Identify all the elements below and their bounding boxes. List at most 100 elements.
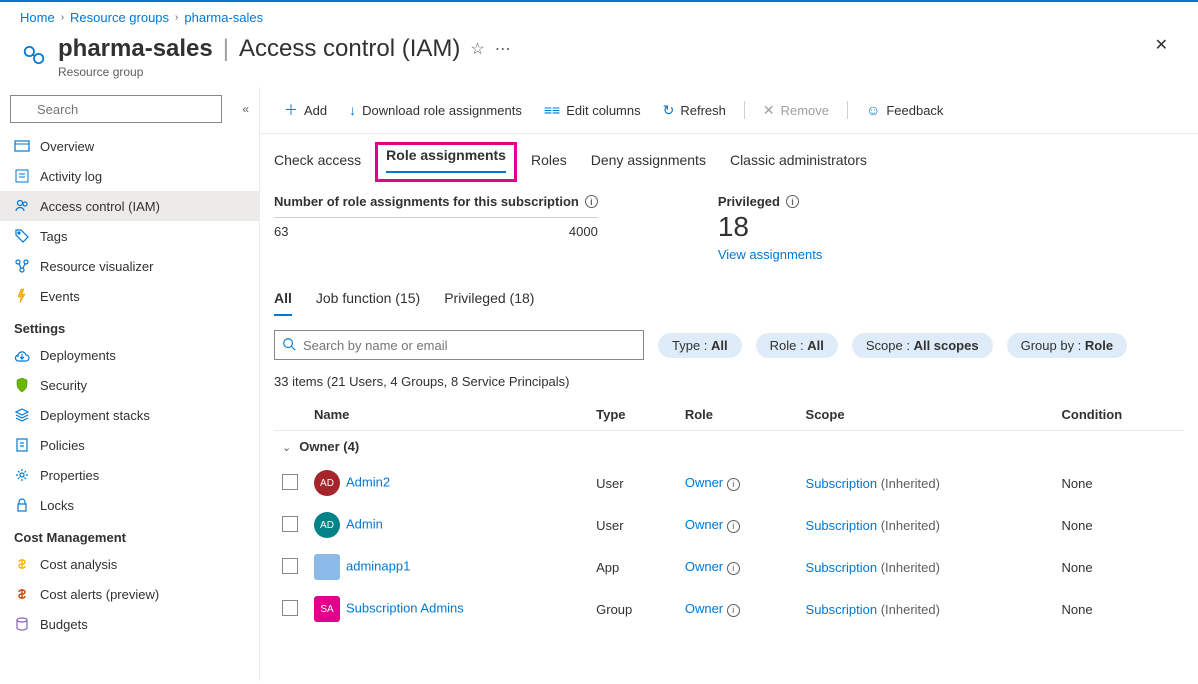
role-link[interactable]: Owner bbox=[685, 475, 723, 490]
more-icon[interactable]: ⋯ bbox=[495, 39, 511, 59]
sidebar-item-deployment-stacks[interactable]: Deployment stacks bbox=[0, 400, 259, 430]
sidebar-item-label: Security bbox=[40, 378, 87, 393]
favorite-star-icon[interactable]: ☆ bbox=[470, 39, 484, 59]
feedback-button[interactable]: ☺Feedback bbox=[856, 97, 953, 123]
info-icon[interactable]: i bbox=[585, 195, 598, 208]
visualizer-icon bbox=[14, 258, 30, 274]
sidebar-item-events[interactable]: Events bbox=[0, 281, 259, 311]
scope-link[interactable]: Subscription bbox=[806, 602, 878, 617]
tags-icon bbox=[14, 228, 30, 244]
sidebar-search-input[interactable] bbox=[10, 95, 222, 123]
properties-icon bbox=[14, 467, 30, 483]
stats-current: 63 bbox=[274, 224, 288, 239]
sidebar-item-deployments[interactable]: Deployments bbox=[0, 340, 259, 370]
table-row: ADAdmin User Owner i Subscription (Inher… bbox=[274, 504, 1184, 546]
sidebar-item-activity-log[interactable]: Activity log bbox=[0, 161, 259, 191]
tab-role-assignments[interactable]: Role assignments bbox=[375, 142, 517, 182]
page-title: pharma-sales bbox=[58, 35, 213, 63]
add-button[interactable]: ＋Add bbox=[274, 95, 337, 125]
sidebar-item-locks[interactable]: Locks bbox=[0, 490, 259, 520]
principal-name-link[interactable]: Admin bbox=[346, 516, 383, 531]
column-header[interactable]: Condition bbox=[1054, 399, 1184, 431]
subtab-all[interactable]: All bbox=[274, 286, 292, 316]
sidebar-item-tags[interactable]: Tags bbox=[0, 221, 259, 251]
table-row: SASubscription Admins Group Owner i Subs… bbox=[274, 588, 1184, 630]
breadcrumb-link[interactable]: pharma-sales bbox=[184, 10, 263, 25]
page-subtitle: Access control (IAM) bbox=[239, 35, 460, 63]
close-icon[interactable]: ✕ bbox=[1155, 35, 1178, 55]
download-button[interactable]: ↓Download role assignments bbox=[339, 97, 532, 123]
condition-cell: None bbox=[1054, 462, 1184, 504]
privileged-count: 18 bbox=[718, 211, 823, 243]
group-header[interactable]: Owner (4) bbox=[299, 439, 359, 454]
overview-icon bbox=[14, 138, 30, 154]
breadcrumb-link[interactable]: Home bbox=[20, 10, 55, 25]
sidebar-item-security[interactable]: Security bbox=[0, 370, 259, 400]
principal-name-link[interactable]: Subscription Admins bbox=[346, 600, 464, 615]
sidebar-item-cost-analysis[interactable]: Cost analysis bbox=[0, 549, 259, 579]
sidebar-item-cost-alerts-preview-[interactable]: Cost alerts (preview) bbox=[0, 579, 259, 609]
info-icon[interactable]: i bbox=[786, 195, 799, 208]
row-checkbox[interactable] bbox=[282, 558, 298, 574]
filter-role-pill[interactable]: Role : All bbox=[756, 333, 838, 358]
collapse-sidebar-icon[interactable]: « bbox=[242, 102, 249, 116]
condition-cell: None bbox=[1054, 588, 1184, 630]
main-tabs: Check accessRole assignmentsRolesDeny as… bbox=[274, 148, 1184, 176]
tab-check-access[interactable]: Check access bbox=[274, 148, 361, 176]
edit-columns-button[interactable]: ≡≡Edit columns bbox=[534, 97, 651, 123]
scope-link[interactable]: Subscription bbox=[806, 476, 878, 491]
filter-scope-pill[interactable]: Scope : All scopes bbox=[852, 333, 993, 358]
principal-name-link[interactable]: adminapp1 bbox=[346, 558, 410, 573]
info-icon[interactable]: i bbox=[727, 604, 740, 617]
subtab-job-function-[interactable]: Job function (15) bbox=[316, 286, 420, 316]
sidebar-item-policies[interactable]: Policies bbox=[0, 430, 259, 460]
privileged-label: Privileged bbox=[718, 194, 780, 209]
role-link[interactable]: Owner bbox=[685, 559, 723, 574]
feedback-icon: ☺ bbox=[866, 102, 880, 118]
row-checkbox[interactable] bbox=[282, 516, 298, 532]
tab-classic-administrators[interactable]: Classic administrators bbox=[730, 148, 867, 176]
principal-type: Group bbox=[588, 588, 677, 630]
chevron-down-icon[interactable]: ⌄ bbox=[282, 441, 291, 454]
breadcrumb-link[interactable]: Resource groups bbox=[70, 10, 169, 25]
info-icon[interactable]: i bbox=[727, 520, 740, 533]
sidebar-item-budgets[interactable]: Budgets bbox=[0, 609, 259, 639]
info-icon[interactable]: i bbox=[727, 478, 740, 491]
sidebar-group-header: Settings bbox=[0, 311, 259, 340]
refresh-button[interactable]: ↻Refresh bbox=[653, 97, 736, 124]
tab-deny-assignments[interactable]: Deny assignments bbox=[591, 148, 706, 176]
sidebar-item-properties[interactable]: Properties bbox=[0, 460, 259, 490]
subtab-privileged-[interactable]: Privileged (18) bbox=[444, 286, 534, 316]
alerts-icon bbox=[14, 586, 30, 602]
policies-icon bbox=[14, 437, 30, 453]
role-link[interactable]: Owner bbox=[685, 517, 723, 532]
search-icon bbox=[282, 337, 296, 351]
column-header[interactable]: Scope bbox=[798, 399, 1054, 431]
avatar: AD bbox=[314, 512, 340, 538]
avatar bbox=[314, 554, 340, 580]
tab-roles[interactable]: Roles bbox=[531, 148, 567, 176]
principal-type: User bbox=[588, 504, 677, 546]
principal-type: User bbox=[588, 462, 677, 504]
sidebar-item-resource-visualizer[interactable]: Resource visualizer bbox=[0, 251, 259, 281]
scope-inherited: (Inherited) bbox=[881, 560, 940, 575]
filter-type-pill[interactable]: Type : All bbox=[658, 333, 742, 358]
column-header[interactable]: Role bbox=[677, 399, 798, 431]
sidebar-item-label: Resource visualizer bbox=[40, 259, 153, 274]
role-link[interactable]: Owner bbox=[685, 601, 723, 616]
sidebar-item-access-control-iam-[interactable]: Access control (IAM) bbox=[0, 191, 259, 221]
view-assignments-link[interactable]: View assignments bbox=[718, 247, 823, 262]
scope-link[interactable]: Subscription bbox=[806, 518, 878, 533]
filter-groupby-pill[interactable]: Group by : Role bbox=[1007, 333, 1127, 358]
info-icon[interactable]: i bbox=[727, 562, 740, 575]
principal-name-link[interactable]: Admin2 bbox=[346, 474, 390, 489]
column-header[interactable]: Name bbox=[306, 399, 588, 431]
column-header[interactable]: Type bbox=[588, 399, 677, 431]
row-checkbox[interactable] bbox=[282, 600, 298, 616]
search-assignments-input[interactable] bbox=[274, 330, 644, 360]
scope-link[interactable]: Subscription bbox=[806, 560, 878, 575]
stats-label: Number of role assignments for this subs… bbox=[274, 194, 579, 209]
row-checkbox[interactable] bbox=[282, 474, 298, 490]
sidebar-item-overview[interactable]: Overview bbox=[0, 131, 259, 161]
columns-icon: ≡≡ bbox=[544, 102, 560, 118]
